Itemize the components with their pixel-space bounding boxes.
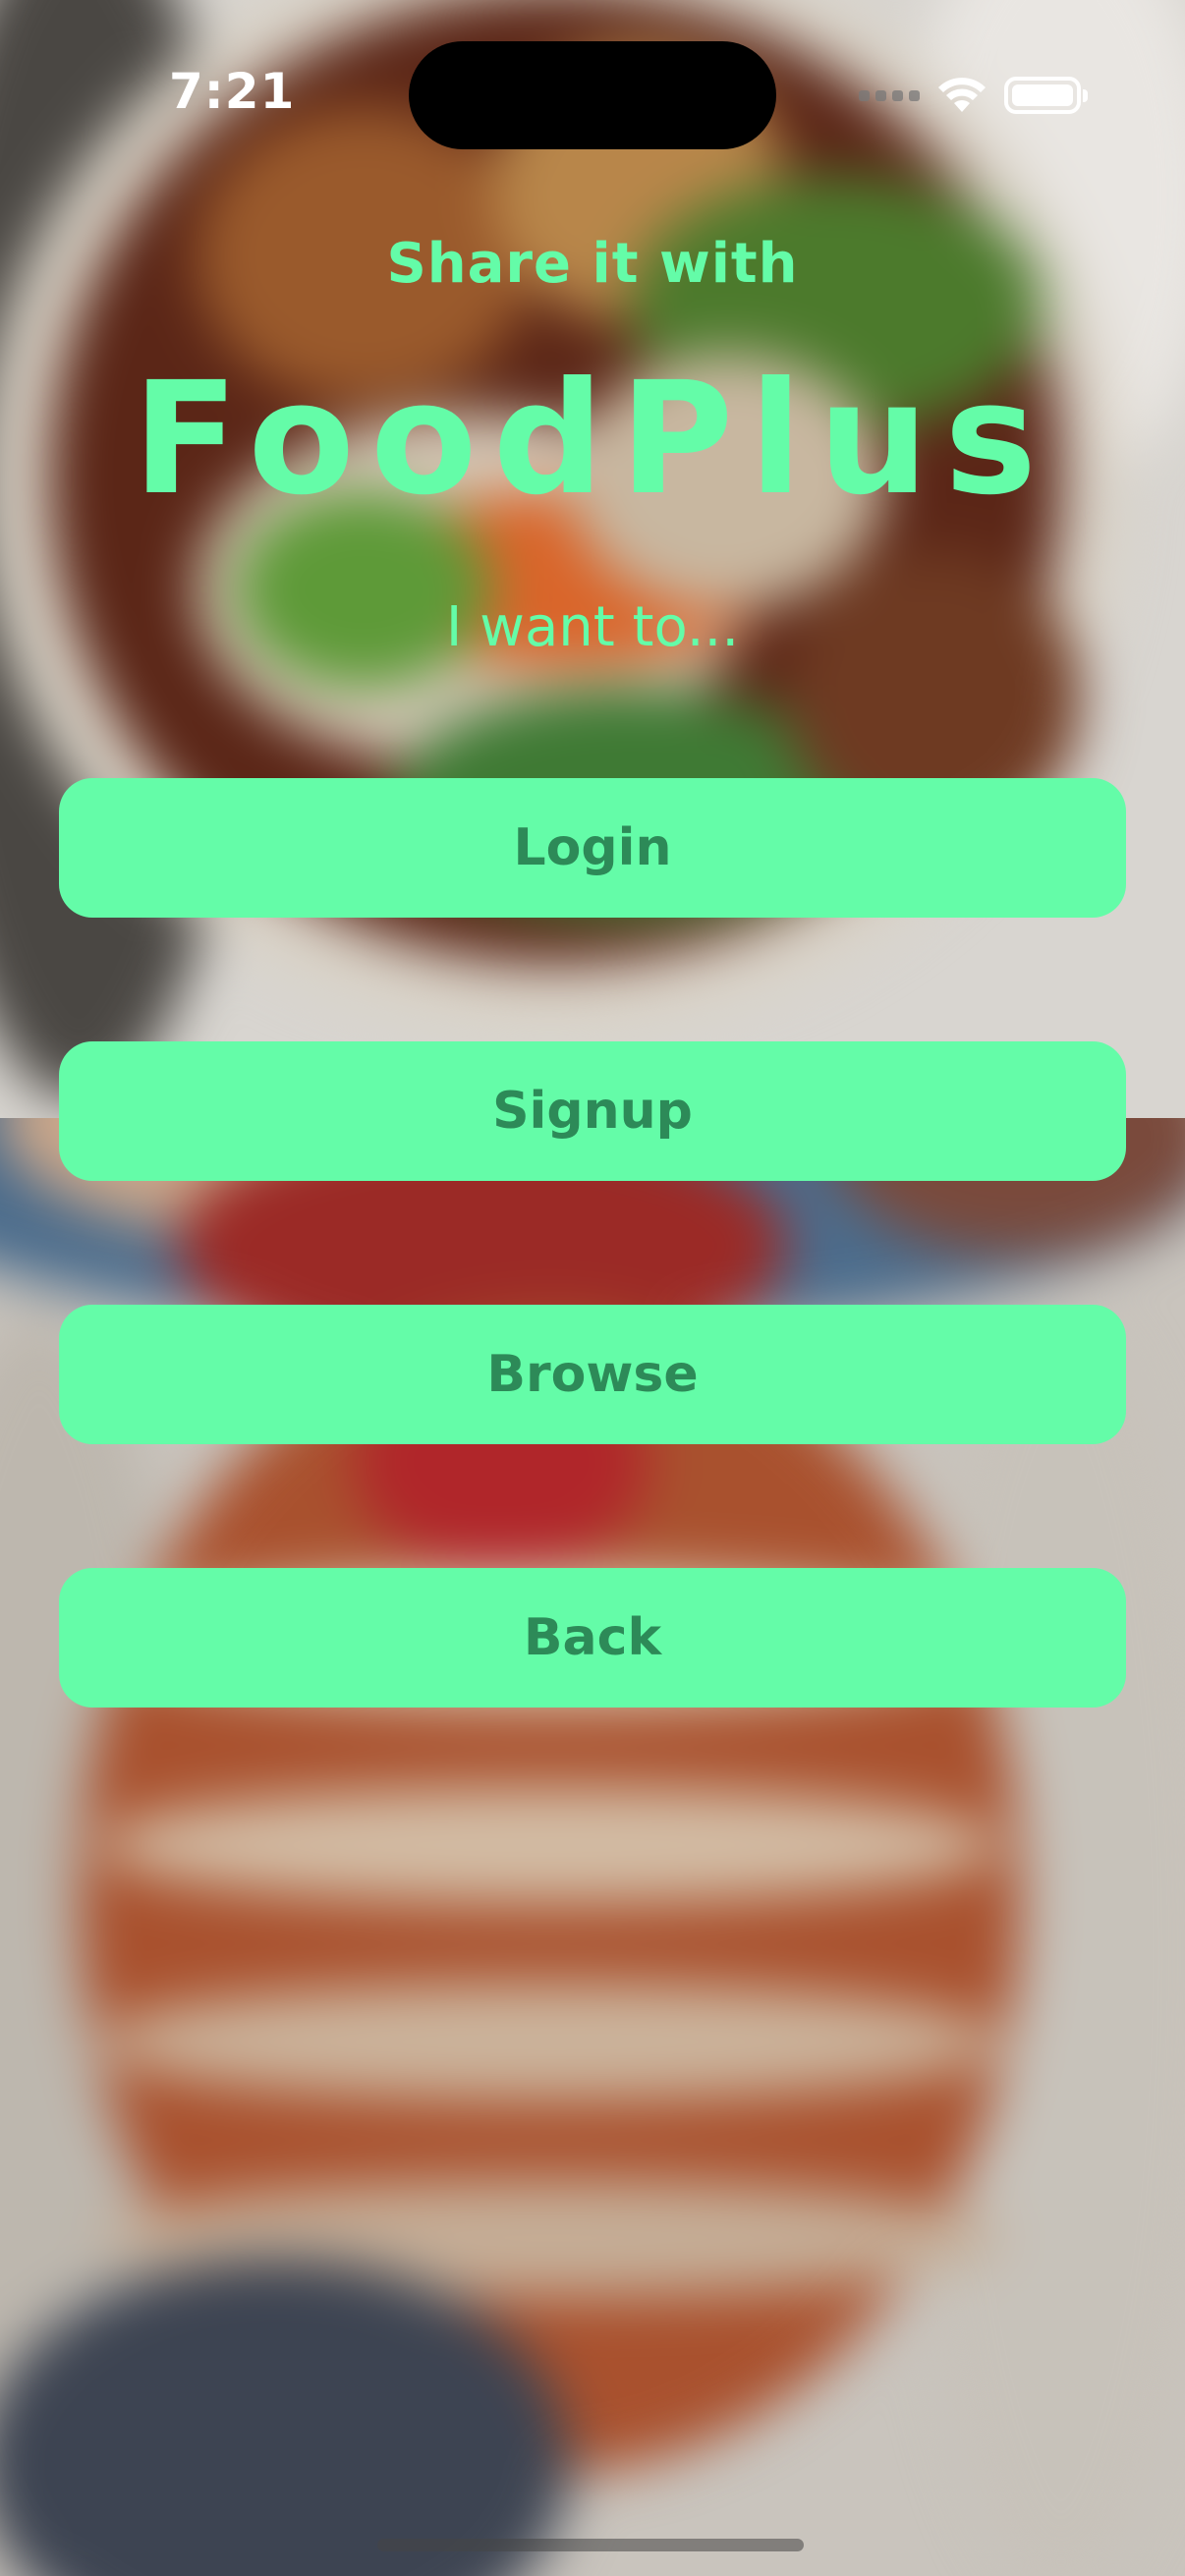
tagline: Share it with	[386, 232, 799, 296]
login-button[interactable]: Login	[59, 778, 1126, 918]
battery-icon	[1004, 77, 1088, 114]
home-indicator[interactable]	[377, 2539, 804, 2551]
welcome-screen: 7:21 Share it with FoodPlus I want to...…	[0, 0, 1185, 2576]
action-prompt: I want to...	[445, 595, 740, 659]
browse-button[interactable]: Browse	[59, 1305, 1126, 1444]
battery-level	[1012, 84, 1073, 106]
app-title: FoodPlus	[132, 349, 1053, 530]
dynamic-island	[409, 41, 776, 149]
back-button[interactable]: Back	[59, 1568, 1126, 1708]
status-time: 7:21	[169, 63, 296, 120]
signup-button[interactable]: Signup	[59, 1041, 1126, 1181]
cellular-signal-icon	[859, 89, 920, 101]
background-photo-noodle-bowl	[0, 0, 1185, 1118]
status-icons	[859, 71, 1088, 120]
wifi-icon	[938, 78, 986, 112]
